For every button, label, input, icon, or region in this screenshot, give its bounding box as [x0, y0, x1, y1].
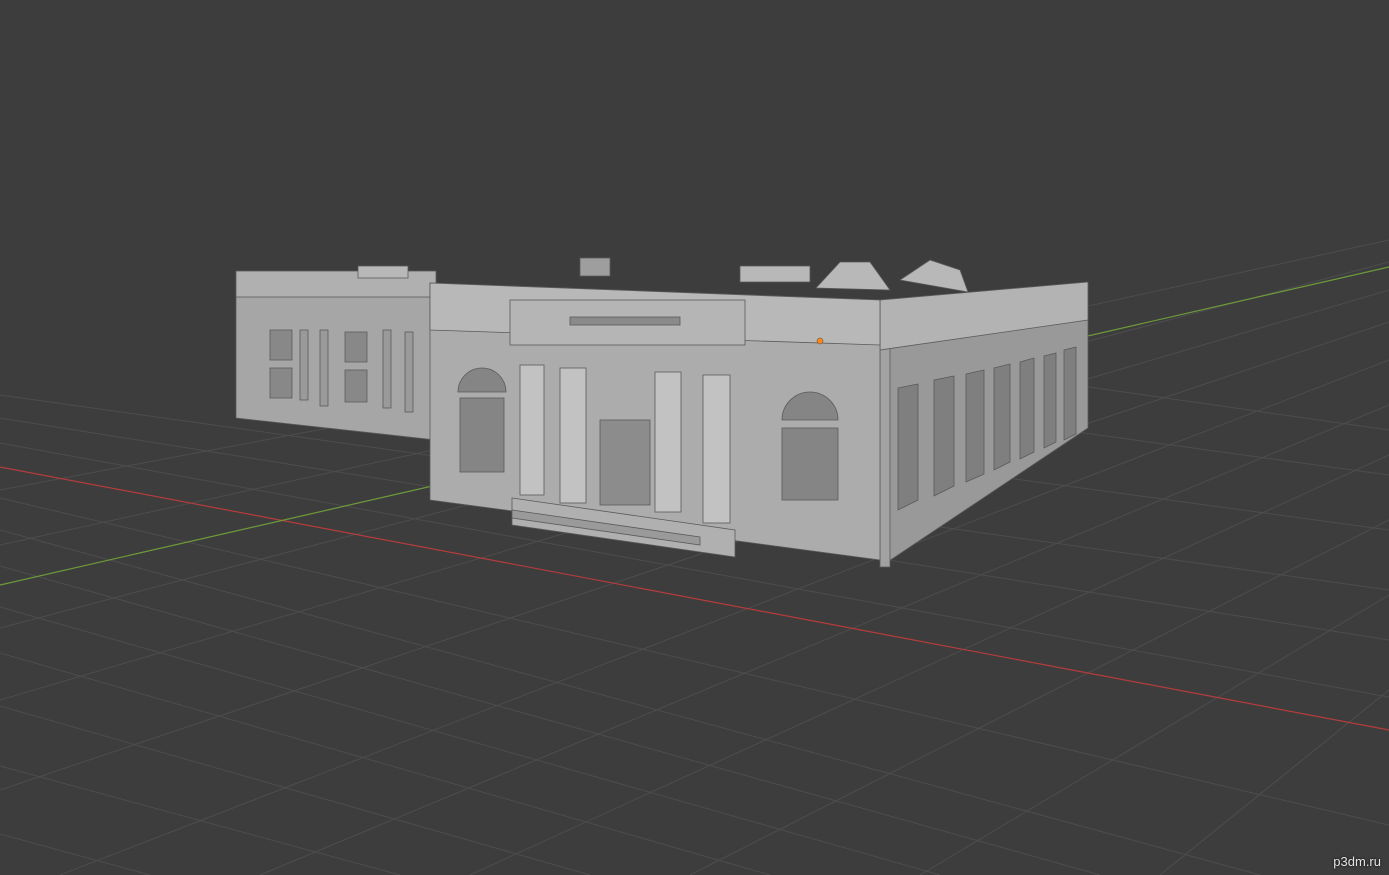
3d-viewport[interactable]: p3dm.ru	[0, 0, 1389, 875]
origin-point[interactable]	[816, 337, 824, 345]
bank-sign	[569, 316, 681, 326]
portico-entrance	[599, 419, 651, 506]
viewport-canvas[interactable]	[0, 0, 1389, 875]
watermark: p3dm.ru	[1333, 854, 1381, 869]
building-model[interactable]	[235, 257, 1089, 568]
